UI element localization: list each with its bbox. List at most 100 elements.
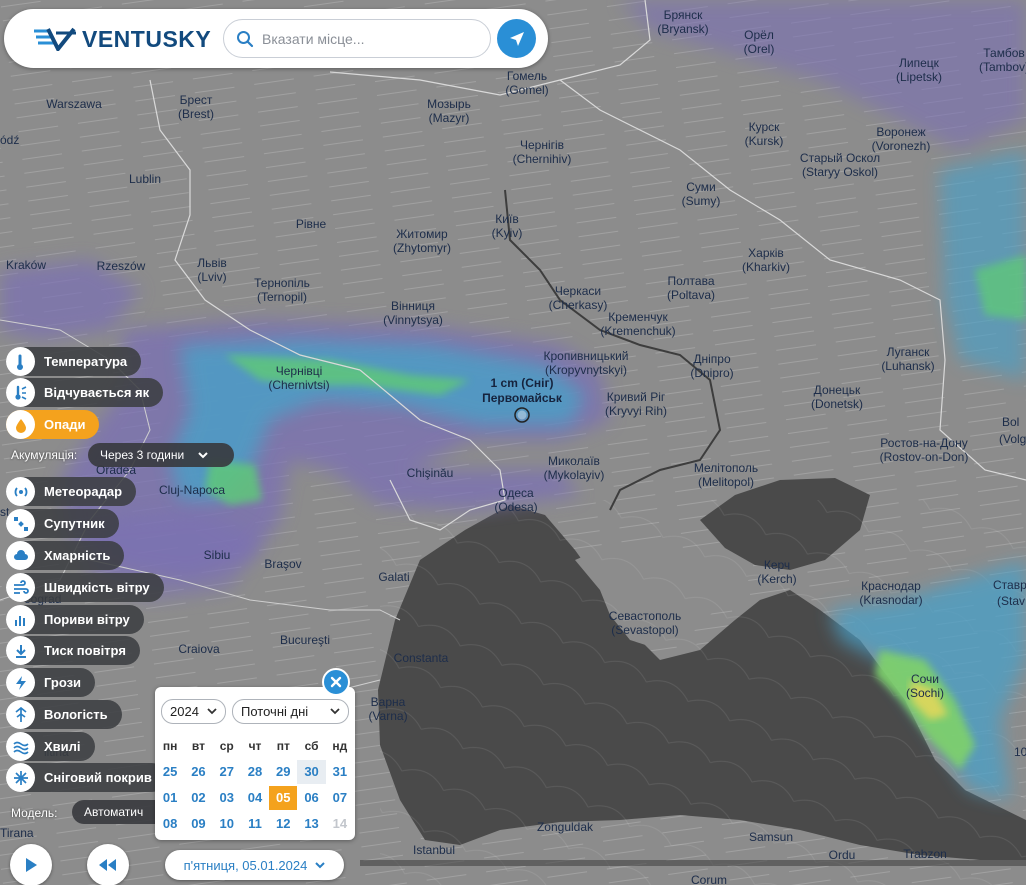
city-label[interactable]: Trabzon: [903, 847, 947, 861]
city-label[interactable]: Старый Оскол (Staryy Oskol): [800, 151, 880, 179]
calendar-day[interactable]: 07: [326, 786, 354, 810]
calendar-day[interactable]: 08: [156, 812, 184, 836]
city-label[interactable]: Galati: [378, 570, 409, 584]
city-label[interactable]: Львів (Lviv): [197, 256, 227, 284]
city-label[interactable]: Кременчук (Kremenchuk): [600, 310, 675, 338]
play-button[interactable]: [10, 844, 52, 885]
city-label[interactable]: Bucureşti: [280, 633, 330, 647]
accumulation-select[interactable]: Через 3 години: [88, 443, 234, 467]
city-label[interactable]: Липецк (Lipetsk): [896, 56, 942, 84]
timeline-bar[interactable]: [360, 860, 1026, 866]
calendar-day-selected[interactable]: 05: [269, 786, 298, 810]
calendar-day[interactable]: 25: [156, 760, 184, 784]
step-back-button[interactable]: [87, 844, 129, 885]
city-label[interactable]: Кривий Ріг (Kryvyi Rih): [605, 390, 667, 418]
search-input[interactable]: [262, 29, 477, 49]
calendar-day[interactable]: 01: [156, 786, 184, 810]
range-select[interactable]: Поточні дні: [232, 699, 349, 724]
city-label[interactable]: Орёл (Orel): [744, 28, 775, 56]
city-label[interactable]: Chişinău: [407, 466, 454, 480]
city-label[interactable]: Сочи (Sochi): [906, 672, 944, 700]
layer-wind-gusts[interactable]: Пориви вітру: [6, 605, 144, 634]
city-label[interactable]: Дніпро (Dnipro): [690, 352, 733, 380]
city-label[interactable]: Ростов-на-Дону (Rostov-on-Don): [880, 436, 969, 464]
city-label[interactable]: Samsun: [749, 830, 793, 844]
calendar-close-button[interactable]: [322, 668, 350, 696]
city-label[interactable]: Варна (Varna): [368, 695, 407, 723]
city-label[interactable]: Istanbul: [413, 843, 455, 857]
date-picker-button[interactable]: п'ятниця, 05.01.2024: [165, 850, 344, 880]
layer-humidity[interactable]: Вологість: [6, 700, 122, 729]
city-label[interactable]: Рівне: [296, 217, 326, 231]
location-marker-icon[interactable]: [513, 406, 531, 424]
calendar-day[interactable]: 27: [213, 760, 241, 784]
city-label[interactable]: Тамбов (Tambov): [979, 46, 1026, 74]
layer-pressure[interactable]: Тиск повітря: [6, 636, 140, 665]
city-label[interactable]: Черкаси (Cherkasy): [549, 284, 608, 312]
layer-satellite[interactable]: Супутник: [6, 509, 119, 538]
calendar-day[interactable]: 02: [184, 786, 212, 810]
city-label[interactable]: Київ (Kyiv): [492, 212, 523, 240]
layer-wind-speed[interactable]: Швидкість вітру: [6, 573, 164, 602]
year-select[interactable]: 2024: [161, 699, 226, 724]
city-label[interactable]: Керч (Kerch): [757, 558, 796, 586]
city-label[interactable]: Мелітополь (Melitopol): [694, 461, 758, 489]
calendar-day[interactable]: 29: [269, 760, 297, 784]
city-label[interactable]: Брянск (Bryansk): [657, 8, 708, 36]
calendar-day[interactable]: 10: [213, 812, 241, 836]
city-label[interactable]: Одеса (Odesa): [494, 486, 537, 514]
city-label[interactable]: Sibiu: [204, 548, 231, 562]
city-label[interactable]: Брест (Brest): [178, 93, 214, 121]
layer-feels-like[interactable]: Відчувається як: [6, 378, 164, 407]
layer-temperature[interactable]: Температура: [6, 347, 142, 376]
calendar-day[interactable]: 11: [241, 812, 269, 836]
city-label[interactable]: Kraków: [6, 258, 46, 272]
calendar-day[interactable]: 12: [269, 812, 297, 836]
layer-snow-cover[interactable]: Сніговий покрив: [6, 763, 166, 792]
ventusky-logo[interactable]: VENTUSKY: [34, 26, 211, 52]
city-label[interactable]: Кропивницький (Kropyvnytskyi): [543, 349, 628, 377]
calendar-day[interactable]: 03: [213, 786, 241, 810]
city-label[interactable]: Тернопіль (Ternopil): [254, 276, 310, 304]
city-label[interactable]: Constanta: [394, 651, 449, 665]
city-label[interactable]: Луганск (Luhansk): [881, 345, 934, 373]
city-label[interactable]: Гомель (Gomel): [505, 69, 548, 97]
calendar-day[interactable]: 28: [241, 760, 269, 784]
city-label[interactable]: Миколаїв (Mykolayiv): [544, 454, 605, 482]
layer-storms[interactable]: Грози: [6, 668, 96, 697]
city-label[interactable]: Braşov: [264, 557, 301, 571]
city-label[interactable]: Cluj-Napoca: [159, 483, 225, 497]
locate-me-button[interactable]: [497, 19, 536, 58]
calendar-day[interactable]: 26: [184, 760, 212, 784]
calendar-day[interactable]: 13: [297, 812, 325, 836]
layer-radar[interactable]: Метеорадар: [6, 477, 137, 506]
search-box[interactable]: [223, 19, 491, 58]
layer-waves[interactable]: Хвилі: [6, 732, 95, 761]
layer-precipitation[interactable]: Опади: [6, 410, 100, 439]
city-label[interactable]: Севастополь (Sevastopol): [609, 609, 681, 637]
calendar-day[interactable]: 04: [241, 786, 269, 810]
city-label[interactable]: Курск (Kursk): [745, 120, 784, 148]
city-label[interactable]: Харків (Kharkiv): [742, 246, 790, 274]
layer-clouds[interactable]: Хмарність: [6, 541, 125, 570]
city-label[interactable]: Corum: [691, 873, 727, 885]
city-label[interactable]: Вінниця (Vinnytsya): [383, 299, 443, 327]
city-label[interactable]: Чернівці (Chernivtsi): [268, 364, 329, 392]
city-label[interactable]: Craiova: [178, 642, 219, 656]
calendar-day[interactable]: 09: [184, 812, 212, 836]
city-label[interactable]: Warszawa: [46, 97, 102, 111]
calendar-day[interactable]: 31: [326, 760, 354, 784]
model-select[interactable]: Автоматич: [72, 800, 167, 824]
city-label[interactable]: Суми (Sumy): [682, 180, 721, 208]
city-label[interactable]: Донецьк (Donetsk): [811, 383, 863, 411]
calendar-day[interactable]: 06: [297, 786, 325, 810]
city-label[interactable]: Житомир (Zhytomyr): [393, 227, 451, 255]
city-label[interactable]: Воронеж (Voronezh): [872, 125, 931, 153]
city-label[interactable]: Zonguldak: [537, 820, 593, 834]
city-label[interactable]: Чернігів (Chernihiv): [513, 138, 572, 166]
city-label[interactable]: Lublin: [129, 172, 161, 186]
city-label[interactable]: Полтава (Poltava): [667, 274, 715, 302]
calendar-day[interactable]: 30: [297, 760, 326, 784]
city-label[interactable]: Мозырь (Mazyr): [427, 97, 471, 125]
city-label[interactable]: Rzeszów: [97, 259, 146, 273]
